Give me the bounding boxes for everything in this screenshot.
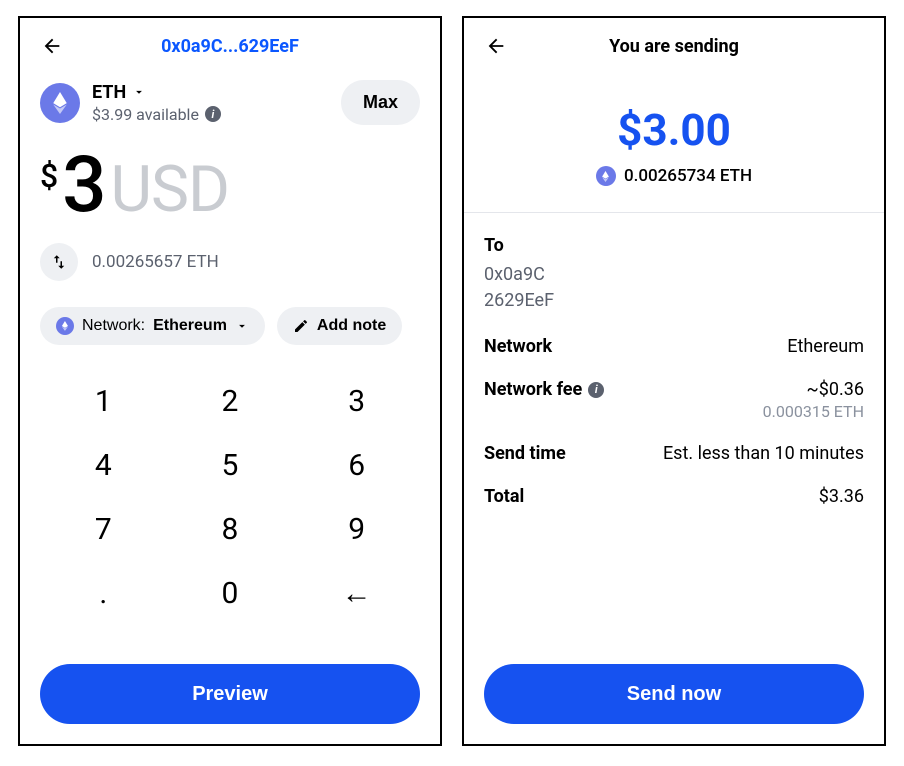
keypad-3[interactable]: 3 [293, 369, 420, 433]
keypad-8[interactable]: 8 [167, 497, 294, 561]
swap-vertical-icon [50, 253, 68, 271]
send-amount-eth: 0.00265734 ETH [624, 166, 752, 186]
send-amount-usd: $3.00 [484, 104, 864, 156]
asset-picker[interactable]: ETH [92, 82, 329, 103]
keypad-dot[interactable]: . [40, 561, 167, 625]
swap-currency-button[interactable] [40, 243, 78, 281]
network-label: Network: [82, 317, 145, 335]
edit-icon [293, 318, 309, 334]
keypad: 1 2 3 4 5 6 7 8 9 . 0 ← [40, 369, 420, 625]
keypad-4[interactable]: 4 [40, 433, 167, 497]
total-label: Total [484, 486, 524, 507]
asset-symbol: ETH [92, 82, 126, 103]
eth-icon [40, 83, 80, 123]
enter-amount-panel: 0x0a9C...629EeF ETH $3.99 available i Ma… [18, 16, 442, 746]
sendtime-value: Est. less than 10 minutes [663, 443, 864, 464]
info-icon[interactable]: i [588, 382, 604, 398]
keypad-1[interactable]: 1 [40, 369, 167, 433]
fee-eth: 0.000315 ETH [763, 402, 864, 421]
eth-icon [56, 317, 74, 335]
keypad-5[interactable]: 5 [167, 433, 294, 497]
keypad-2[interactable]: 2 [167, 369, 294, 433]
chevron-down-icon [132, 85, 146, 99]
to-address-line2: 2629EeF [484, 290, 554, 311]
converted-amount: 0.00265657 ETH [92, 252, 219, 272]
to-address-line1: 0x0a9C [484, 264, 545, 285]
page-title: You are sending [484, 36, 864, 57]
arrow-left-icon [485, 35, 507, 57]
fee-usd: ~$0.36 [807, 379, 864, 400]
network-row-label: Network [484, 336, 552, 357]
add-note-label: Add note [317, 317, 386, 335]
back-button-right[interactable] [484, 34, 508, 58]
right-header: You are sending [484, 18, 864, 74]
chevron-down-icon [235, 319, 249, 333]
keypad-6[interactable]: 6 [293, 433, 420, 497]
transaction-details: To 0x0a9C 2629EeF Network Ethereum Netwo… [484, 235, 864, 507]
fee-value: ~$0.36 0.000315 ETH [763, 379, 864, 421]
amount-value: 3 [62, 147, 106, 225]
send-now-button[interactable]: Send now [484, 664, 864, 724]
network-chip[interactable]: Network: Ethereum [40, 307, 265, 345]
network-row-value: Ethereum [787, 336, 864, 357]
back-button-left[interactable] [40, 34, 64, 58]
left-header: 0x0a9C...629EeF [40, 18, 420, 74]
keypad-0[interactable]: 0 [167, 561, 294, 625]
max-button[interactable]: Max [341, 80, 420, 125]
keypad-7[interactable]: 7 [40, 497, 167, 561]
asset-info: ETH $3.99 available i [92, 82, 329, 124]
divider [464, 212, 884, 213]
to-label: To [484, 235, 864, 256]
sendtime-label: Send time [484, 443, 566, 464]
fee-label: Network fee i [484, 379, 604, 400]
confirm-send-panel: You are sending $3.00 0.00265734 ETH To … [462, 16, 886, 746]
amount-display: $ 3 USD [40, 147, 420, 225]
eth-icon [596, 166, 616, 186]
network-value: Ethereum [153, 317, 227, 335]
fee-label-text: Network fee [484, 379, 582, 400]
info-icon[interactable]: i [205, 106, 221, 122]
amount-unit: USD [111, 158, 230, 222]
currency-symbol: $ [40, 157, 58, 195]
recipient-address-header: 0x0a9C...629EeF [40, 36, 420, 57]
arrow-left-icon [41, 35, 63, 57]
asset-selector-row: ETH $3.99 available i Max [40, 80, 420, 125]
available-balance: $3.99 available [92, 105, 199, 124]
keypad-9[interactable]: 9 [293, 497, 420, 561]
send-amount-block: $3.00 0.00265734 ETH [484, 104, 864, 186]
preview-button[interactable]: Preview [40, 664, 420, 724]
total-value: $3.36 [819, 486, 864, 507]
to-address: 0x0a9C 2629EeF [484, 262, 864, 314]
add-note-chip[interactable]: Add note [277, 307, 402, 345]
keypad-backspace[interactable]: ← [293, 561, 420, 625]
